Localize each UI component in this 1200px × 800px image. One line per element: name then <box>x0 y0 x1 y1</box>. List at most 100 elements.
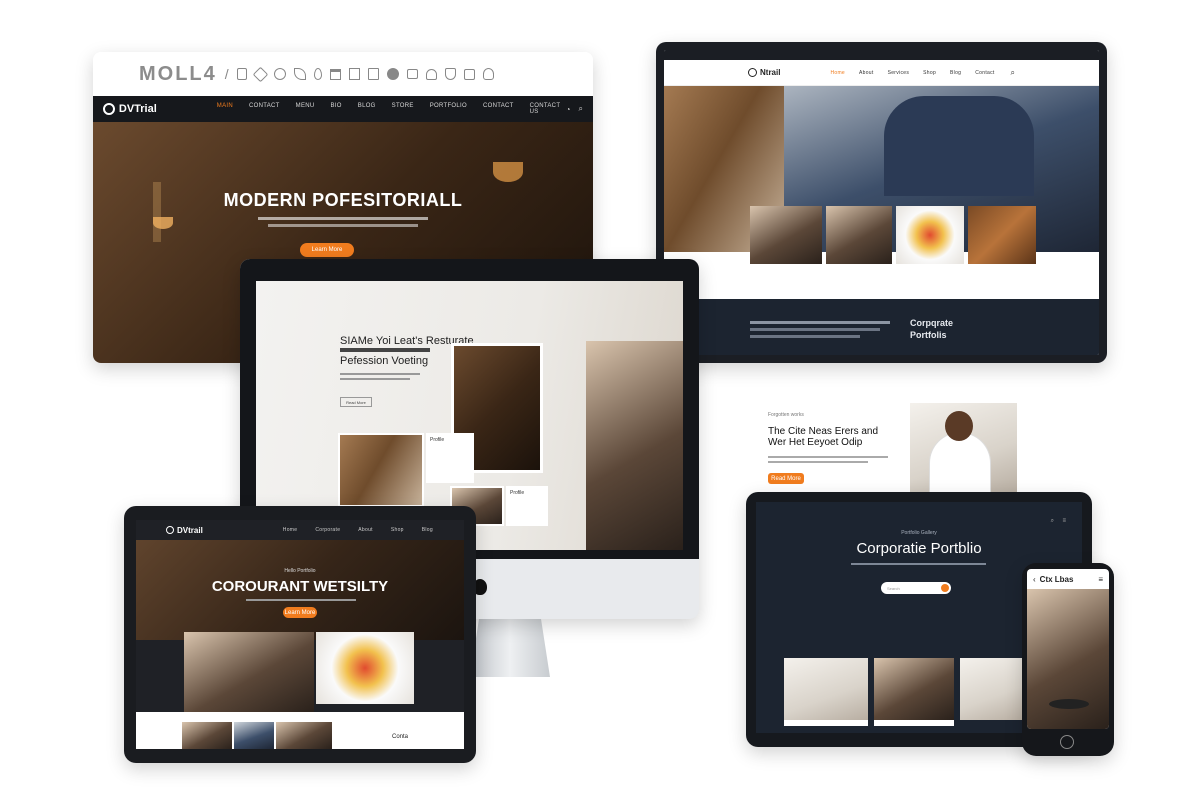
nav-item-main[interactable]: MAIN <box>217 103 233 115</box>
tablet-left-bottom-section: Conta <box>136 712 464 749</box>
compass-icon[interactable] <box>386 68 399 80</box>
top-right-nav-menu: Home About Services Shop Blog Contact <box>830 70 994 76</box>
logo-play-icon <box>748 68 757 77</box>
nav-item-bio[interactable]: BIO <box>331 103 342 115</box>
search-icon[interactable]: ⌕ <box>1011 68 1015 78</box>
clipboard-icon[interactable] <box>236 68 247 80</box>
floating-headline-2: Wer Het Eeyoet Odip <box>768 437 863 448</box>
tablet-left-screen: DVtrail Home Corporate About Shop Blog Hello… <box>136 520 464 749</box>
lock-icon[interactable] <box>406 69 418 79</box>
nav-item-store[interactable]: STORE <box>392 103 414 115</box>
tablet-left-footer-tag: Conta <box>392 734 409 740</box>
hero-subtext-line <box>268 224 418 227</box>
top-right-navbar: Ntrail Home About Services Shop Blog Contact … <box>664 60 1099 86</box>
imac-read-more-button[interactable]: Read More <box>340 397 372 407</box>
hero-subtext-line <box>258 217 428 220</box>
leaf-icon[interactable] <box>293 68 306 80</box>
nav-item-shop[interactable]: Shop <box>923 70 936 76</box>
search-icon[interactable]: ⌕ <box>579 104 583 114</box>
site-logo[interactable]: DVtrail <box>177 526 203 535</box>
nav-item-shop[interactable]: Shop <box>391 527 404 533</box>
nav-item-portfolio[interactable]: PORTFOLIO <box>430 103 467 115</box>
site-logo[interactable]: DVTrial <box>119 103 157 115</box>
chart-icon[interactable] <box>367 68 379 80</box>
tablet-right-search-field[interactable]: Search <box>881 582 951 594</box>
phone-screen: ‹ Ctx Lbas ≡ <box>1027 569 1109 729</box>
floating-kicker: Forgotten works <box>768 412 804 418</box>
hero-headline: MODERN POFESITORIALL <box>223 190 463 210</box>
device-mockup-collage: MOLL4 / DVTrial MAIN CONTACT MENU BIO BLOG ST… <box>0 0 1200 800</box>
thumbnail-image[interactable] <box>826 206 892 264</box>
nav-item-corporate[interactable]: Corporate <box>315 527 340 533</box>
bag-icon[interactable] <box>463 68 475 80</box>
thumbnail-image[interactable] <box>750 206 822 264</box>
person-icon[interactable] <box>482 68 494 80</box>
tablet-right-kicker: Portfolio Gallery <box>901 530 937 536</box>
phone-hero-photo <box>1027 589 1109 729</box>
search-submit-icon[interactable] <box>941 584 949 592</box>
tablet-left-headline: COROURANT WETSILTY <box>211 578 389 595</box>
phone-icon[interactable]: ◔ <box>566 105 571 114</box>
top-right-footer: Corpqrate Portfolis <box>664 299 1099 355</box>
nav-item-contact[interactable]: CONTACT <box>483 103 514 115</box>
tablet-right-headline: Corporatie Portblio <box>856 540 982 557</box>
icon-toolbar: MOLL4 / <box>93 52 593 96</box>
pin-icon[interactable] <box>313 68 322 80</box>
menu-icon[interactable]: ≡ <box>1062 518 1066 524</box>
nav-item-contact[interactable]: Contact <box>975 70 994 76</box>
home-button[interactable] <box>1060 735 1074 749</box>
brand-wordmark: MOLL4 <box>139 62 217 85</box>
imac-card-photo[interactable] <box>338 433 424 507</box>
palette-icon[interactable] <box>273 68 286 80</box>
hero-cta-button[interactable]: Learn More <box>300 243 354 257</box>
imac-headline-2: Pefession Voeting <box>340 355 429 367</box>
search-icon[interactable]: ⌕ <box>1051 518 1054 525</box>
nav-item-blog[interactable]: BLOG <box>358 103 376 115</box>
top-left-nav-menu: MAIN CONTACT MENU BIO BLOG STORE PORTFOLIO CONT… <box>217 103 566 115</box>
tablet-left: DVtrail Home Corporate About Shop Blog Hello… <box>124 506 476 763</box>
phone-header: ‹ Ctx Lbas ≡ <box>1027 569 1109 589</box>
tag-icon[interactable] <box>252 66 268 82</box>
tablet-right-gallery-item[interactable] <box>960 658 1024 720</box>
tablet-right-gallery-item[interactable] <box>784 658 868 720</box>
tablet-left-cta-button[interactable]: Learn More <box>283 607 317 618</box>
top-left-navbar: DVTrial MAIN CONTACT MENU BIO BLOG STORE PORTF… <box>93 96 593 122</box>
nav-item-contact-us[interactable]: CONTACT US <box>530 103 566 115</box>
back-icon[interactable]: ‹ <box>1033 575 1036 584</box>
tablet-left-navbar: DVtrail Home Corporate About Shop Blog <box>136 520 464 540</box>
list-icon[interactable] <box>348 68 360 80</box>
thumbnail-image[interactable] <box>968 206 1036 264</box>
site-logo[interactable]: Ntrail <box>760 68 780 77</box>
imac-stand <box>470 615 550 677</box>
imac-card[interactable]: Profile <box>506 486 548 526</box>
nav-item-menu[interactable]: MENU <box>296 103 315 115</box>
nav-item-blog[interactable]: Blog <box>422 527 433 533</box>
imac-chef-photo <box>586 341 683 550</box>
thumbnail-image[interactable] <box>896 206 964 264</box>
nav-item-contact[interactable]: CONTACT <box>249 103 280 115</box>
nav-item-home[interactable]: Home <box>283 527 298 533</box>
imac-card[interactable]: Profile <box>426 433 474 483</box>
tablet-left-kicker: Hello Portfolio <box>284 568 316 574</box>
slash-icon[interactable]: / <box>225 66 229 82</box>
nav-item-home[interactable]: Home <box>830 70 845 76</box>
menu-icon[interactable]: ≡ <box>1098 575 1103 584</box>
footer-heading: Corpqrate Portfolis <box>910 318 954 340</box>
floating-read-more-button[interactable]: Read More <box>768 473 804 484</box>
monitor-screen: Ntrail Home About Services Shop Blog Contact … <box>664 50 1099 355</box>
tablet-left-food-photo[interactable] <box>316 632 414 704</box>
nav-item-about[interactable]: About <box>358 527 373 533</box>
nav-item-services[interactable]: Services <box>888 70 910 76</box>
floating-text-block: Forgotten works The Cite Neas Erers and … <box>768 412 918 492</box>
smartphone: ‹ Ctx Lbas ≡ <box>1022 563 1114 756</box>
logo-play-icon <box>103 103 115 115</box>
nav-item-about[interactable]: About <box>859 70 874 76</box>
shield-icon[interactable] <box>444 68 456 80</box>
calendar-icon[interactable] <box>329 68 341 80</box>
floating-headline-1: The Cite Neas Erers and <box>768 426 879 437</box>
tablet-right-gallery-item[interactable] <box>874 658 954 720</box>
user-icon[interactable] <box>425 68 437 80</box>
nav-item-blog[interactable]: Blog <box>950 70 961 76</box>
tablet-left-photo[interactable] <box>184 632 314 712</box>
phone-title: Ctx Lbas <box>1039 574 1074 584</box>
